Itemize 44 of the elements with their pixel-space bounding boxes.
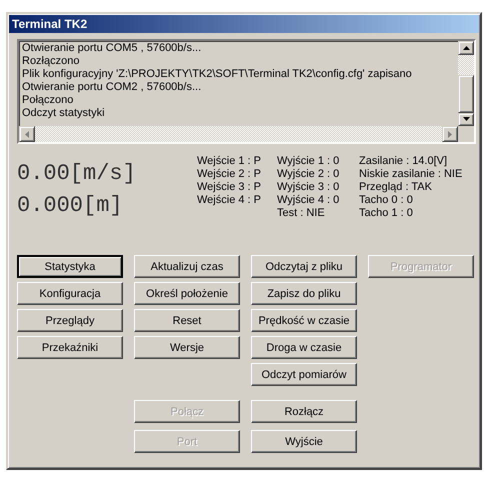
- status-text: Wyjście 1 : 0: [277, 155, 340, 168]
- scroll-thumb[interactable]: [458, 74, 474, 112]
- status-text: Wyjście 2 : 0: [277, 168, 340, 181]
- status-text: Tacho 1 : 0: [359, 207, 414, 220]
- action-button[interactable]: Wersje: [134, 336, 240, 359]
- status-text: Wyjście 4 : 0: [277, 194, 340, 207]
- log-line: Otwieranie portu COM2 , 57600b/s...: [22, 81, 202, 94]
- action-button[interactable]: Określ położenie: [134, 282, 240, 305]
- scroll-right-icon[interactable]: [442, 126, 458, 142]
- scroll-left-icon[interactable]: [19, 126, 35, 142]
- action-button[interactable]: Odczytaj z pliku: [251, 255, 357, 278]
- log-line: Plik konfiguracyjny 'Z:\PROJEKTY\TK2\SOFT\Terminal TK2\config.cfg' zapisano: [22, 68, 413, 81]
- status-text: Wejście 1 : P: [197, 155, 262, 168]
- status-text: Zasilanie : 14.0[V]: [359, 155, 448, 168]
- measurement-reading: 0.000[m]: [17, 192, 124, 220]
- action-button[interactable]: Przekaźniki: [17, 336, 123, 359]
- status-text: Wejście 2 : P: [197, 168, 262, 181]
- status-text: Niskie zasilanie : NIE: [359, 168, 462, 181]
- scroll-up-icon[interactable]: [458, 41, 474, 54]
- action-button[interactable]: Droga w czasie: [251, 336, 357, 359]
- scroll-down-icon[interactable]: [458, 112, 474, 126]
- window-title: Terminal TK2: [12, 17, 88, 31]
- log-line: Rozłączono: [22, 55, 80, 68]
- action-button[interactable]: Statystyka: [17, 255, 123, 278]
- action-button[interactable]: Wyjście: [251, 430, 357, 453]
- action-button[interactable]: Reset: [134, 309, 240, 332]
- status-text: Wejście 3 : P: [197, 181, 262, 194]
- status-text: Wyjście 3 : 0: [277, 181, 340, 194]
- action-button[interactable]: Konfiguracja: [17, 282, 123, 305]
- status-text: Wejście 4 : P: [197, 194, 262, 207]
- action-button[interactable]: Przeglądy: [17, 309, 123, 332]
- action-button[interactable]: Zapisz do pliku: [251, 282, 357, 305]
- measurement-reading: 0.00[m/s]: [17, 160, 137, 188]
- log-line: Otwieranie portu COM5 , 57600b/s...: [22, 42, 202, 55]
- action-button[interactable]: Rozłącz: [251, 400, 357, 423]
- status-text: Test : NIE: [277, 207, 326, 220]
- log-line: Połączono: [22, 94, 74, 107]
- vertical-scrollbar[interactable]: [458, 41, 474, 126]
- action-button[interactable]: Odczyt pomiarów: [251, 363, 357, 386]
- status-text: Tacho 0 : 0: [359, 194, 414, 207]
- log-line: Odczyt statystyki: [22, 107, 106, 120]
- action-button[interactable]: Prędkość w czasie: [251, 309, 357, 332]
- action-button[interactable]: Aktualizuj czas: [134, 255, 240, 278]
- status-text: Przegląd : TAK: [359, 181, 433, 194]
